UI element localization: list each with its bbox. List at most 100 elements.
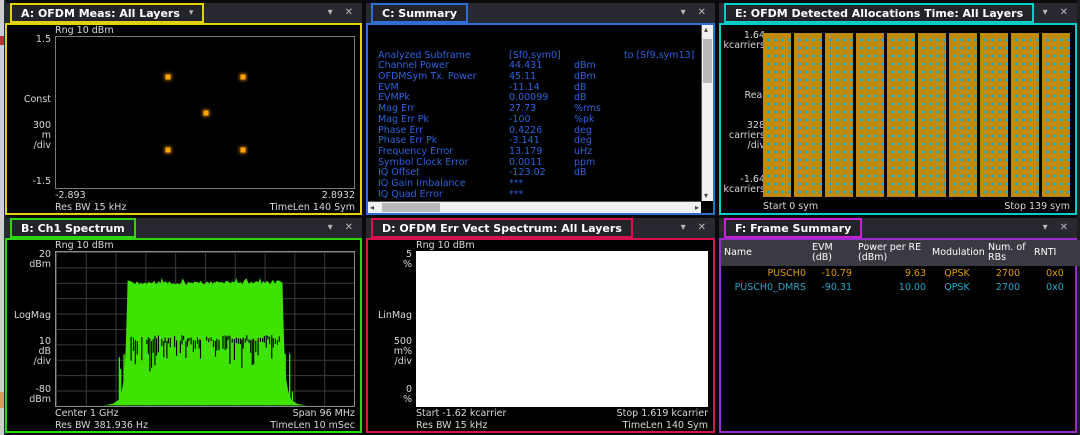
constellation-point (166, 148, 171, 153)
panel-b-content: Rng 10 dBm 20 dBm LogMag 10 dB /div -80 … (5, 238, 362, 433)
panel-d-title[interactable]: D: OFDM Err Vect Spectrum: All Layers (371, 218, 633, 238)
panel-a-content: Rng 10 dBm 1.5 Const 300 m /div -1.5 -2.… (5, 23, 362, 215)
scroll-up-icon[interactable]: ▴ (704, 26, 708, 34)
allocation-bar (980, 33, 1008, 197)
panel-c-title[interactable]: C: Summary (371, 3, 468, 23)
x-axis-stop-label: 2.8932 (322, 190, 355, 201)
allocation-bar (949, 33, 977, 197)
close-icon[interactable]: ✕ (345, 8, 353, 18)
summary-row: IQ Quad Error*** (369, 189, 699, 199)
table-column-header[interactable]: Power per RE (dBm) (855, 240, 929, 266)
close-icon[interactable]: ✕ (1060, 223, 1068, 233)
allocation-bar (856, 33, 884, 197)
vsa-workspace: A: OFDM Meas: All Layers ▾ ▾ ✕ Rng 10 dB… (0, 0, 1080, 435)
panel-a-titlebar[interactable]: A: OFDM Meas: All Layers ▾ ▾ ✕ (5, 3, 362, 23)
x-axis-start-label: Start -1.62 kcarrier (416, 408, 506, 419)
scroll-down-icon[interactable]: ▾ (704, 192, 708, 200)
summary-row: OFDMSym Tx. Power45.11dBm (369, 71, 699, 82)
minimize-icon[interactable]: ▾ (328, 8, 333, 18)
allocation-bar (825, 33, 853, 197)
err-vect-plot[interactable] (416, 251, 708, 407)
table-column-header[interactable]: Modulation (929, 240, 985, 266)
table-column-header[interactable]: EVM (dB) (809, 240, 855, 266)
close-icon[interactable]: ✕ (698, 223, 706, 233)
table-cell: PUSCH0 (721, 266, 809, 280)
x-axis-start-label: -2.893 (55, 190, 86, 201)
scroll-right-icon[interactable]: ▸ (695, 204, 699, 212)
panel-b-title[interactable]: B: Ch1 Spectrum (10, 218, 136, 238)
panel-c-content: Analyzed Subframe[Sf0,sym0]to [Sf9,sym13… (366, 23, 715, 215)
panel-e-content: 1.64 kcarriers Real 328 carriers /div -1… (719, 23, 1077, 215)
frame-summary-table: NameEVM (dB)Power per RE (dBm)Modulation… (721, 240, 1080, 294)
x-axis-stop-label: Stop 1.619 kcarrier (617, 408, 708, 419)
minimize-icon[interactable]: ▾ (1043, 8, 1048, 18)
y-axis-top-label: 20 dBm (7, 250, 51, 270)
minimize-icon[interactable]: ▾ (681, 223, 686, 233)
y-axis-bottom-label: -80 dBm (7, 385, 51, 405)
minimize-icon[interactable]: ▾ (681, 8, 686, 18)
spectrum-plot[interactable] (55, 251, 355, 407)
constellation-plot[interactable] (55, 36, 355, 189)
res-bw-label: Res BW 15 kHz (55, 202, 126, 213)
table-cell: -10.79 (809, 266, 855, 280)
summary-row: EVM-11.14dB (369, 82, 699, 93)
horizontal-scrollbar[interactable]: ◂ ▸ (368, 201, 701, 213)
panel-b-titlebar[interactable]: B: Ch1 Spectrum ▾ ✕ (5, 218, 362, 238)
panel-f-title[interactable]: F: Frame Summary (724, 218, 862, 238)
vertical-scroll-thumb[interactable] (703, 39, 712, 83)
panel-ofdm-meas: A: OFDM Meas: All Layers ▾ ▾ ✕ Rng 10 dB… (5, 3, 362, 215)
panel-d-title-label: D: OFDM Err Vect Spectrum: All Layers (382, 222, 622, 235)
table-cell: 0x0 (1031, 280, 1079, 294)
table-cell: PUSCH0_DMRS (721, 280, 809, 294)
timelen-label: TimeLen 140 Sym (270, 202, 355, 213)
panel-e-titlebar[interactable]: E: OFDM Detected Allocations Time: All L… (719, 3, 1077, 23)
table-cell: 2700 (985, 266, 1031, 280)
panel-e-title[interactable]: E: OFDM Detected Allocations Time: All L… (724, 3, 1034, 23)
range-label: Rng 10 dBm (416, 240, 475, 251)
panel-d-content: Rng 10 dBm 5 % LinMag 500 m% /div 0 % St… (366, 238, 715, 433)
panel-frame-summary: F: Frame Summary ▾ ✕ NameEVM (dB)Power p… (719, 218, 1077, 433)
table-cell: 2700 (985, 280, 1031, 294)
close-icon[interactable]: ✕ (698, 8, 706, 18)
panel-a-title[interactable]: A: OFDM Meas: All Layers ▾ (10, 3, 204, 23)
allocations-plot[interactable] (763, 33, 1070, 197)
y-axis-format-label: Const (7, 95, 51, 105)
panel-d-titlebar[interactable]: D: OFDM Err Vect Spectrum: All Layers ▾ … (366, 218, 715, 238)
y-axis-scale-label: 300 m /div (7, 121, 51, 151)
table-column-header[interactable]: RNTI (1031, 240, 1079, 266)
y-axis-bottom-label: -1.5 (7, 177, 51, 187)
panel-f-titlebar[interactable]: F: Frame Summary ▾ ✕ (719, 218, 1077, 238)
table-cell: QPSK (929, 266, 985, 280)
x-axis-stop-label: Stop 139 sym (1004, 201, 1070, 212)
span-label: Span 96 MHz (293, 408, 355, 419)
panel-c-titlebar[interactable]: C: Summary ▾ ✕ (366, 3, 715, 23)
center-freq-label: Center 1 GHz (55, 408, 119, 419)
summary-row: IQ Gain Imbalance*** (369, 178, 699, 189)
summary-row: Symbol Clock Error0.0011ppm (369, 157, 699, 168)
scroll-left-icon[interactable]: ◂ (370, 204, 374, 212)
table-column-header[interactable]: Name (721, 240, 809, 266)
summary-row: IQ Offset-123.02dB (369, 167, 699, 178)
timelen-label: TimeLen 140 Sym (623, 420, 708, 431)
panel-e-title-label: E: OFDM Detected Allocations Time: All L… (735, 7, 1023, 20)
close-icon[interactable]: ✕ (1060, 8, 1068, 18)
minimize-icon[interactable]: ▾ (328, 223, 333, 233)
allocation-bar (887, 33, 915, 197)
y-axis-top-label: 1.64 kcarriers (721, 31, 765, 51)
y-axis-bottom-label: -1.64 kcarriers (721, 175, 765, 195)
table-row[interactable]: PUSCH0-10.799.63QPSK27000x00 (721, 266, 1080, 280)
panel-summary: C: Summary ▾ ✕ Analyzed Subframe[Sf0,sym… (366, 3, 715, 215)
y-axis-format-label: LinMag (368, 311, 412, 321)
minimize-icon[interactable]: ▾ (1043, 223, 1048, 233)
res-bw-label: Res BW 15 kHz (416, 420, 487, 431)
chevron-down-icon[interactable]: ▾ (189, 8, 194, 18)
vertical-scrollbar[interactable]: ▴ ▾ (701, 25, 713, 201)
table-column-header[interactable]: Num. of RBs (985, 240, 1031, 266)
table-cell: 9.63 (855, 266, 929, 280)
summary-row: Mag Err27.73%rms (369, 103, 699, 114)
horizontal-scroll-thumb[interactable] (382, 203, 440, 212)
table-row[interactable]: PUSCH0_DMRS-90.3110.00QPSK27000x00 (721, 280, 1080, 294)
y-axis-scale-label: 500 m% /div (368, 337, 412, 367)
allocation-bar (1011, 33, 1039, 197)
close-icon[interactable]: ✕ (345, 223, 353, 233)
